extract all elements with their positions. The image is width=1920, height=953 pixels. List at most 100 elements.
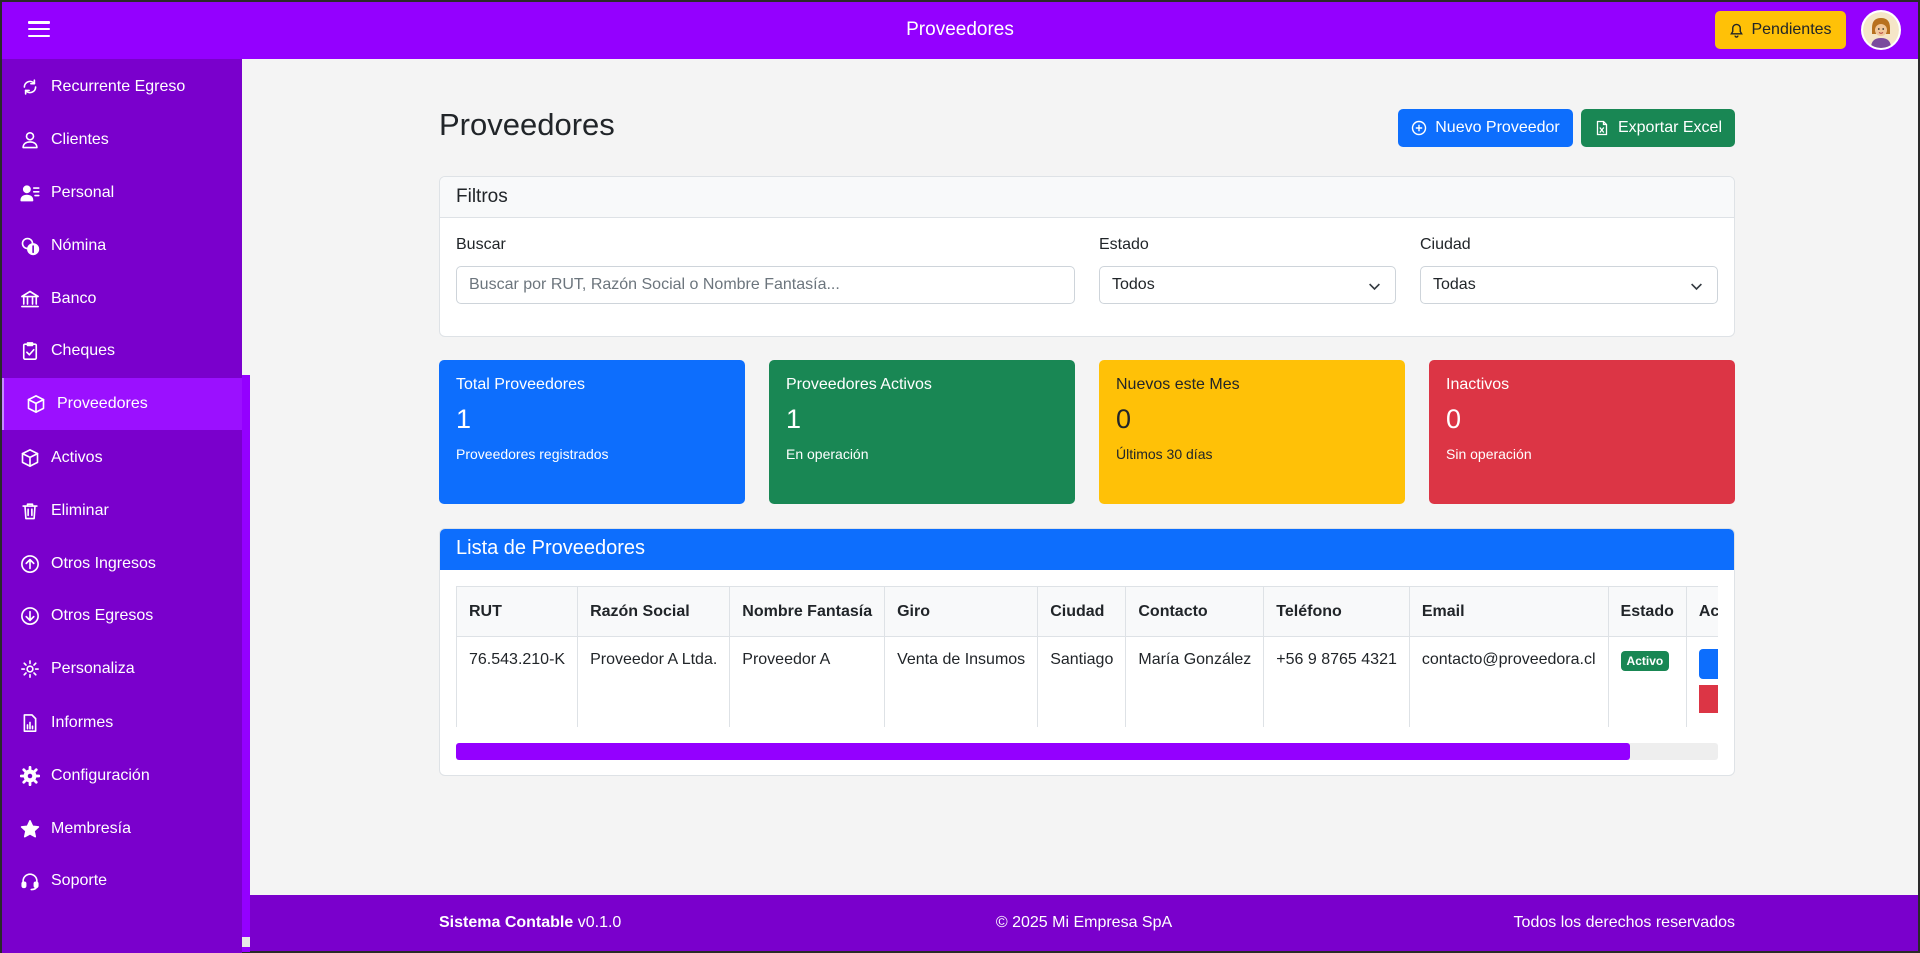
trash-icon — [22, 503, 38, 520]
stat-value: 0 — [1446, 404, 1462, 434]
estado-label: Estado — [1099, 236, 1149, 253]
sidebar-item-label: Informes — [51, 714, 114, 731]
chevron-down-icon — [1691, 283, 1702, 291]
stat-title: Total Proveedores — [456, 376, 585, 393]
stat-subtitle: Sin operación — [1446, 446, 1532, 462]
column-header[interactable]: Teléfono — [1263, 586, 1410, 637]
coins-icon — [21, 237, 40, 256]
column-header[interactable]: Giro — [884, 586, 1039, 637]
person-lines-icon — [20, 185, 40, 202]
sidebar-item-configuración[interactable]: Configuración — [2, 750, 242, 802]
sidebar-item-label: Cheques — [51, 342, 116, 359]
export-excel-button[interactable]: Exportar Excel — [1581, 109, 1735, 147]
gear-icon — [21, 660, 39, 678]
sidebar-item-label: Personal — [51, 184, 115, 201]
column-header[interactable]: Estado — [1607, 586, 1687, 637]
page-title: Proveedores — [439, 107, 615, 142]
headset-icon — [21, 873, 39, 891]
sidebar-item-recurrente-egreso[interactable]: Recurrente Egreso — [2, 61, 242, 113]
providers-table: RUT Razón Social Nombre Fantasía Giro Ci… — [456, 586, 1718, 727]
chevron-down-icon — [1369, 283, 1380, 291]
box-icon — [27, 395, 45, 413]
sidebar-item-personal[interactable]: Personal — [2, 167, 242, 219]
bank-icon — [21, 290, 39, 308]
table-row[interactable]: 76.543.210-K Proveedor A Ltda. Proveedor… — [456, 636, 1718, 727]
menu-toggle-icon[interactable] — [28, 18, 50, 40]
filters-title: Filtros — [440, 177, 1734, 218]
table-header-row: RUT Razón Social Nombre Fantasía Giro Ci… — [456, 586, 1718, 637]
cell-razon-social: Proveedor A Ltda. — [577, 636, 731, 727]
table-horizontal-scrollbar[interactable] — [456, 743, 1718, 760]
column-header[interactable]: Razón Social — [577, 586, 731, 637]
delete-button[interactable] — [1698, 685, 1718, 713]
new-provider-button[interactable]: Nuevo Proveedor — [1398, 109, 1573, 147]
column-header[interactable]: Ac — [1685, 586, 1718, 637]
user-avatar[interactable] — [1861, 10, 1901, 50]
gear-fill-icon — [20, 766, 40, 786]
pending-label: Pendientes — [1751, 21, 1832, 38]
sidebar-item-label: Otros Egresos — [51, 607, 154, 624]
stat-title: Nuevos este Mes — [1116, 376, 1240, 393]
sidebar-item-activos[interactable]: Activos — [2, 432, 242, 484]
sidebar-item-label: Clientes — [51, 131, 109, 148]
sidebar-item-label: Otros Ingresos — [51, 555, 156, 572]
cell-actions — [1685, 636, 1718, 727]
stat-subtitle: Últimos 30 días — [1116, 446, 1213, 462]
cell-ciudad: Santiago — [1037, 636, 1127, 727]
plus-circle-icon — [1412, 120, 1427, 136]
providers-list-card: Lista de Proveedores RUT Razón Social No… — [439, 528, 1735, 776]
column-header[interactable]: Email — [1408, 586, 1609, 637]
stat-card-new: Nuevos este Mes 0 Últimos 30 días — [1099, 360, 1405, 504]
sidebar-item-proveedores[interactable]: Proveedores — [2, 378, 246, 430]
search-input[interactable] — [456, 266, 1075, 304]
cell-estado: Activo — [1607, 636, 1687, 727]
pending-button[interactable]: Pendientes — [1715, 11, 1846, 49]
table-scrollbar-thumb[interactable] — [456, 743, 1630, 760]
arrow-down-circle-icon — [21, 607, 39, 625]
stat-value: 1 — [456, 404, 472, 434]
providers-table-container[interactable]: RUT Razón Social Nombre Fantasía Giro Ci… — [456, 586, 1718, 727]
column-header[interactable]: RUT — [456, 586, 579, 637]
column-header[interactable]: Nombre Fantasía — [729, 586, 886, 637]
ciudad-label: Ciudad — [1420, 236, 1471, 253]
sidebar-item-banco[interactable]: Banco — [2, 273, 242, 325]
filters-card: Filtros — [439, 176, 1735, 337]
sidebar: Recurrente Egreso Clientes Personal Nómina B… — [2, 59, 246, 953]
sidebar-item-membresía[interactable]: Membresía — [2, 803, 242, 855]
export-excel-label: Exportar Excel — [1617, 119, 1723, 136]
stat-subtitle: Proveedores registrados — [456, 446, 609, 462]
sidebar-item-informes[interactable]: Informes — [2, 697, 242, 749]
estado-select[interactable]: Todos — [1099, 266, 1396, 304]
stat-card-inactive: Inactivos 0 Sin operación — [1429, 360, 1735, 504]
sidebar-item-otros-egresos[interactable]: Otros Egresos — [2, 590, 242, 642]
estado-select-value: Todos — [1112, 276, 1155, 293]
file-chart-icon — [23, 714, 37, 732]
sidebar-item-cheques[interactable]: Cheques — [2, 325, 242, 377]
sidebar-scrollbar-thumb[interactable] — [242, 937, 250, 947]
sidebar-item-label: Personaliza — [51, 660, 135, 677]
stat-subtitle: En operación — [786, 446, 869, 462]
cell-giro: Venta de Insumos — [884, 636, 1039, 727]
sidebar-item-label: Soporte — [51, 872, 108, 889]
sidebar-item-label: Eliminar — [51, 502, 109, 519]
view-button[interactable] — [1698, 649, 1718, 679]
excel-file-icon — [1596, 120, 1608, 136]
sidebar-item-otros-ingresos[interactable]: Otros Ingresos — [2, 538, 242, 590]
sidebar-item-personaliza[interactable]: Personaliza — [2, 643, 242, 695]
sidebar-item-eliminar[interactable]: Eliminar — [2, 485, 242, 537]
refresh-icon — [23, 79, 37, 95]
ciudad-select[interactable]: Todas — [1420, 266, 1718, 304]
sidebar-item-clientes[interactable]: Clientes — [2, 114, 242, 166]
sidebar-item-soporte[interactable]: Soporte — [2, 855, 242, 907]
star-icon — [20, 820, 40, 838]
status-badge: Activo — [1620, 651, 1670, 671]
navbar-title: Proveedores — [906, 19, 1014, 40]
column-header[interactable]: Ciudad — [1037, 586, 1127, 637]
ciudad-select-value: Todas — [1433, 276, 1476, 293]
stat-card-active: Proveedores Activos 1 En operación — [769, 360, 1075, 504]
column-header[interactable]: Contacto — [1125, 586, 1265, 637]
sidebar-scrollbar[interactable] — [242, 375, 250, 952]
sidebar-item-label: Proveedores — [57, 395, 148, 412]
sidebar-item-nómina[interactable]: Nómina — [2, 220, 242, 272]
sidebar-item-label: Recurrente Egreso — [51, 78, 186, 95]
